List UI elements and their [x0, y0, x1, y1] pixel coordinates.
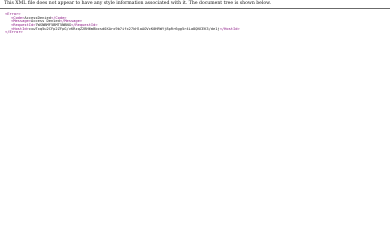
hostid-value: cxwTxq5u2CFp2ZFpG/vKRzqZ2BH6mBbcsd0XArx9… [28, 26, 220, 31]
browser-viewport: This XML file does not appear to have an… [0, 0, 390, 240]
xml-document-tree: <Error> <Code>AccessDenied</Code> <Messa… [5, 12, 240, 35]
hostid-close-tag: </HostId> [219, 26, 240, 31]
error-close-tag: </Error> [5, 30, 23, 35]
xml-style-notice-text: This XML file does not appear to have an… [4, 1, 271, 6]
xml-style-notice-bar: This XML file does not appear to have an… [0, 0, 390, 9]
error-close-line: </Error> [5, 31, 240, 35]
hostid-line: <HostId>cxwTxq5u2CFp2ZFpG/vKRzqZ2BH6mBbc… [5, 26, 240, 32]
